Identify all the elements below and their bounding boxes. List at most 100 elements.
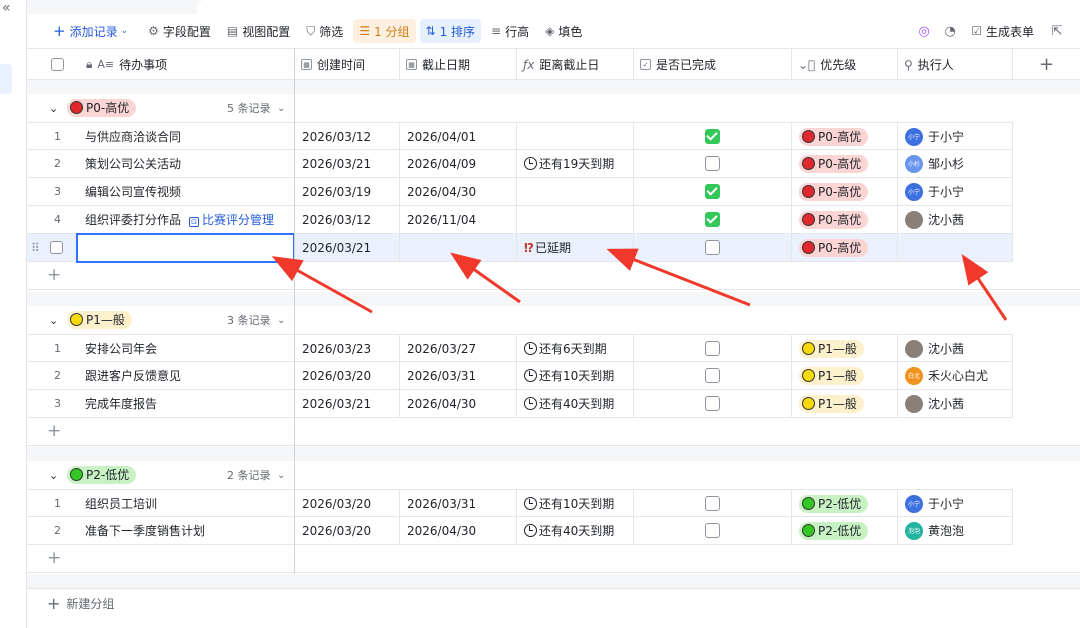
cell-priority[interactable]: P0-高优 xyxy=(792,206,898,233)
cell-created[interactable]: 2026/03/21 xyxy=(295,150,400,177)
table-row[interactable]: ⠿ 2026/03/21 ⁉ 已延期 P0-高优 xyxy=(27,233,1013,263)
group-header[interactable]: ⌄ P2-低优 2 条记录 ⌄ xyxy=(27,461,1080,489)
cell-priority[interactable]: P0-高优 xyxy=(792,234,898,261)
history-icon[interactable]: ◔ xyxy=(937,24,963,39)
task-title[interactable]: 准备下一季度销售计划 xyxy=(85,522,205,539)
header-days-remaining[interactable]: ƒx 距离截止日 xyxy=(517,49,634,80)
cell-created[interactable]: 2026/03/19 xyxy=(295,178,400,205)
priority-pill[interactable]: P0-高优 xyxy=(799,238,869,257)
cell-due[interactable]: 2026/04/09 xyxy=(400,150,517,177)
add-row-button[interactable]: + xyxy=(27,262,1080,290)
cell-done[interactable] xyxy=(634,362,792,389)
cell-assignee[interactable]: 泡泡 黄泡泡 xyxy=(898,517,1013,544)
cell-done[interactable] xyxy=(634,150,792,177)
row-primary-cell[interactable]: 2 跟进客户反馈意见 xyxy=(27,362,295,389)
row-primary-cell[interactable]: 1 组织员工培训 xyxy=(27,490,295,517)
new-group-button[interactable]: + 新建分组 xyxy=(27,588,1080,618)
drag-handle-icon[interactable]: ⠿ xyxy=(31,241,40,255)
done-checkbox[interactable] xyxy=(705,184,720,199)
cell-created[interactable]: 2026/03/20 xyxy=(295,362,400,389)
cell-created[interactable]: 2026/03/21 xyxy=(295,390,400,417)
cell-priority[interactable]: P2-低优 xyxy=(792,490,898,517)
row-primary-cell[interactable]: 4 组织评委打分作品 ⊡ 比赛评分管理 xyxy=(27,206,295,233)
select-all-checkbox[interactable] xyxy=(51,58,64,71)
row-primary-cell[interactable]: 2 准备下一季度销售计划 xyxy=(27,517,295,544)
priority-pill[interactable]: P2-低优 xyxy=(799,494,869,513)
done-checkbox[interactable] xyxy=(705,240,720,255)
cell-remain[interactable] xyxy=(517,206,634,233)
cell-done[interactable] xyxy=(634,178,792,205)
cell-remain[interactable]: ⁉ 已延期 xyxy=(517,234,634,261)
cell-assignee[interactable]: 沈小茜 xyxy=(898,390,1013,417)
header-due-date[interactable]: ▦ 截止日期 xyxy=(400,49,517,80)
field-config-button[interactable]: ⚙ 字段配置 xyxy=(142,19,217,43)
done-checkbox[interactable] xyxy=(705,496,720,511)
row-primary-cell[interactable]: 1 安排公司年会 xyxy=(27,335,295,362)
table-row[interactable]: 2 跟进客户反馈意见 2026/03/20 2026/03/31 还有10天到期 P1—般… xyxy=(27,362,1013,390)
cell-remain[interactable]: 还有6天到期 xyxy=(517,335,634,362)
cell-assignee[interactable]: 白尤 禾火心白尤 xyxy=(898,362,1013,389)
task-title[interactable]: 编辑公司宣传视频 xyxy=(85,183,181,200)
cell-created[interactable]: 2026/03/12 xyxy=(295,206,400,233)
cell-remain[interactable]: 还有10天到期 xyxy=(517,490,634,517)
row-primary-cell[interactable]: 3 完成年度报告 xyxy=(27,390,295,417)
title-edit-input[interactable] xyxy=(76,233,295,263)
cell-done[interactable] xyxy=(634,490,792,517)
cell-remain[interactable] xyxy=(517,123,634,150)
cell-due[interactable]: 2026/04/30 xyxy=(400,178,517,205)
cell-done[interactable] xyxy=(634,206,792,233)
cell-assignee[interactable]: 小宁 于小宁 xyxy=(898,123,1013,150)
cell-priority[interactable]: P0-高优 xyxy=(792,123,898,150)
table-row[interactable]: 2 策划公司公关活动 2026/03/21 2026/04/09 还有19天到期 P0-高… xyxy=(27,150,1013,178)
cell-assignee[interactable]: 小宁 于小宁 xyxy=(898,490,1013,517)
done-checkbox[interactable] xyxy=(705,523,720,538)
task-title[interactable]: 组织员工培训 xyxy=(85,495,157,512)
cell-remain[interactable]: 还有10天到期 xyxy=(517,362,634,389)
chevron-down-icon[interactable]: ⌄ xyxy=(277,315,285,326)
cell-assignee[interactable]: 小杉 邹小杉 xyxy=(898,150,1013,177)
add-record-button[interactable]: + 添加记录 ⌄ xyxy=(47,19,138,43)
header-primary-column[interactable]: 🔒︎ A≡ 待办事项 xyxy=(27,49,295,80)
cell-priority[interactable]: P1—般 xyxy=(792,362,898,389)
priority-pill[interactable]: P1—般 xyxy=(799,394,864,413)
cell-due[interactable]: 2026/03/27 xyxy=(400,335,517,362)
group-header[interactable]: ⌄ P0-高优 5 条记录 ⌄ xyxy=(27,94,1080,122)
cell-done[interactable] xyxy=(634,517,792,544)
chevron-down-icon[interactable]: ⌄ xyxy=(277,103,285,114)
add-field-button[interactable]: + xyxy=(1013,49,1080,80)
group-header[interactable]: ⌄ P1—般 3 条记录 ⌄ xyxy=(27,306,1080,334)
table-row[interactable]: 1 与供应商洽谈合同 2026/03/12 2026/04/01 P0-高优 小宁 于小宁 xyxy=(27,122,1013,150)
header-priority[interactable]: ⌄⃝ 优先级 xyxy=(792,49,898,80)
cell-created[interactable]: 2026/03/20 xyxy=(295,517,400,544)
linked-record[interactable]: ⊡ 比赛评分管理 xyxy=(189,211,274,228)
row-height-button[interactable]: ≡ 行高 xyxy=(485,19,535,43)
cell-remain[interactable]: 还有40天到期 xyxy=(517,390,634,417)
cell-due[interactable]: 2026/03/31 xyxy=(400,362,517,389)
chevron-down-icon[interactable]: ⌄ xyxy=(277,470,285,481)
cell-done[interactable] xyxy=(634,335,792,362)
done-checkbox[interactable] xyxy=(705,212,720,227)
group-record-count[interactable]: 2 条记录 xyxy=(227,467,271,483)
header-is-done[interactable]: ✓ 是否已完成 xyxy=(634,49,792,80)
header-assignee[interactable]: ⚲ 执行人 xyxy=(898,49,1013,80)
chevron-down-icon[interactable]: ⌄ xyxy=(49,469,58,482)
cell-priority[interactable]: P0-高优 xyxy=(792,150,898,177)
cell-remain[interactable]: 还有19天到期 xyxy=(517,150,634,177)
priority-pill[interactable]: P1—般 xyxy=(799,366,864,385)
priority-pill[interactable]: P0-高优 xyxy=(799,182,869,201)
header-created-time[interactable]: ▦ 创建时间 xyxy=(295,49,400,80)
cell-due[interactable]: 2026/04/30 xyxy=(400,517,517,544)
group-button[interactable]: ☰ 1 分组 xyxy=(353,19,416,43)
table-row[interactable]: 4 组织评委打分作品 ⊡ 比赛评分管理 2026/03/12 2026/11/04 P0-高… xyxy=(27,206,1013,234)
cell-due[interactable]: 2026/11/04 xyxy=(400,206,517,233)
sort-button[interactable]: ⇅ 1 排序 xyxy=(419,19,482,43)
cell-due[interactable]: 2026/03/31 xyxy=(400,490,517,517)
collapse-sidebar-icon[interactable]: « xyxy=(2,0,11,16)
cell-done[interactable] xyxy=(634,234,792,261)
cell-assignee[interactable] xyxy=(898,234,1013,261)
cell-remain[interactable] xyxy=(517,178,634,205)
cell-due[interactable]: 2026/04/30 xyxy=(400,390,517,417)
cell-priority[interactable]: P0-高优 xyxy=(792,178,898,205)
cell-priority[interactable]: P1—般 xyxy=(792,335,898,362)
cell-due[interactable] xyxy=(400,234,517,261)
